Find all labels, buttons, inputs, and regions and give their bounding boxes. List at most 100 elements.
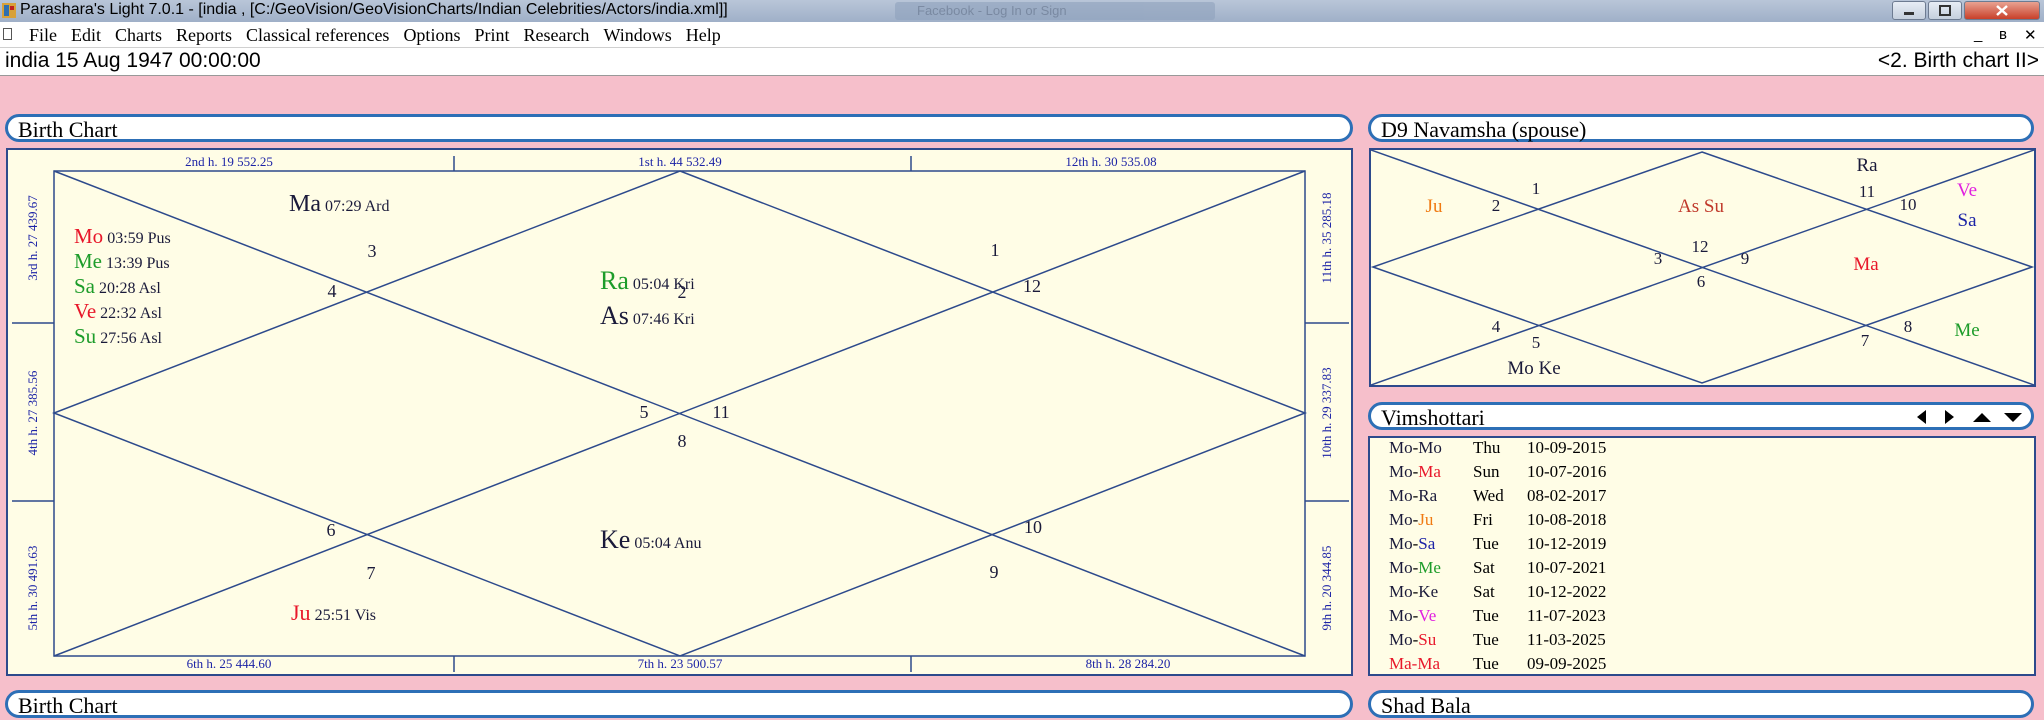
menu-help[interactable]: Help: [679, 24, 728, 46]
dasha-date: 10-07-2016: [1527, 462, 1607, 481]
dasha-day: Tue: [1473, 630, 1499, 649]
dasha-lord: Mo: [1389, 630, 1413, 649]
planet-ma-degree: 07:29: [325, 198, 361, 215]
birth-chart-header[interactable]: Birth Chart: [5, 114, 1353, 142]
dasha-day: Tue: [1473, 654, 1499, 673]
planet-sa-nakshatra: Asl: [139, 280, 162, 297]
bottom-birth-chart-title: Birth Chart: [18, 693, 118, 718]
dasha-date: 10-12-2022: [1527, 582, 1607, 601]
menu-research[interactable]: Research: [516, 24, 596, 46]
sign-number: 8: [678, 431, 687, 451]
dasha-date: 09-09-2025: [1527, 654, 1607, 673]
planet-as-degree: 07:46: [633, 311, 669, 328]
dasha-date: 08-02-2017: [1527, 486, 1607, 505]
sign-number: 6: [327, 520, 336, 540]
menu-classical-references[interactable]: Classical references: [239, 24, 396, 46]
antardasha-lord: Ma: [1418, 462, 1441, 481]
dasha-day: Tue: [1473, 606, 1499, 625]
d9-sign-number: 5: [1532, 333, 1541, 352]
planet-ju-name: Ju: [291, 600, 311, 625]
menu-windows[interactable]: Windows: [596, 24, 678, 46]
background-browser-tab[interactable]: Facebook - Log In or Sign: [895, 2, 1215, 20]
maximize-button[interactable]: [1928, 1, 1962, 20]
house-label-right: 11th h. 35 285.18: [1319, 193, 1334, 284]
mdi-minimize-icon[interactable]: _: [1974, 26, 1982, 43]
menu-bar: File Edit Charts Reports Classical refer…: [0, 22, 2044, 48]
dasha-date: 10-07-2021: [1527, 558, 1607, 577]
arrow-down-icon[interactable]: [2004, 413, 2022, 422]
menu-reports[interactable]: Reports: [169, 24, 239, 46]
sign-number: 11: [712, 402, 729, 422]
sign-number: 4: [328, 281, 337, 301]
minimize-button[interactable]: [1892, 1, 1926, 20]
planet-su-name: Su: [74, 324, 97, 348]
planet-ke-degree: 05:04: [634, 535, 670, 552]
planet-as-name: As: [600, 301, 629, 330]
sign-number: 3: [368, 241, 377, 261]
antardasha-lord: Su: [1418, 630, 1437, 649]
d9-header[interactable]: D9 Navamsha (spouse): [1368, 114, 2034, 142]
d9-sign-number: 11: [1859, 182, 1875, 201]
d9-planet-sa: Sa: [1958, 210, 1978, 231]
dasha-day: Thu: [1473, 438, 1501, 457]
house-label-left: 4th h. 27 385.56: [25, 370, 40, 455]
arrow-right-icon[interactable]: [1945, 410, 1954, 424]
house-label-bottom: 6th h. 25 444.60: [187, 656, 272, 671]
planet-ke: Ke 05:04 Anu: [600, 525, 701, 554]
dasha-lord: Mo: [1389, 534, 1413, 553]
chart-selector[interactable]: <2. Birth chart II>: [1878, 49, 2039, 73]
close-button[interactable]: [1964, 1, 2040, 20]
d9-planet-mo-ke: Mo Ke: [1507, 358, 1560, 379]
house-label-top: 1st h. 44 532.49: [638, 154, 721, 169]
d9-sign-number: 6: [1697, 272, 1706, 291]
shad-bala-header[interactable]: Shad Bala: [1368, 690, 2034, 718]
mdi-restore-icon[interactable]: ʙ: [1999, 26, 2007, 43]
planet-me-degree: 13:39: [106, 255, 142, 272]
menu-edit[interactable]: Edit: [64, 24, 108, 46]
birth-chart-title: Birth Chart: [18, 117, 118, 142]
antardasha-lord: Me: [1418, 558, 1441, 577]
planet-me: Me 13:39 Pus: [74, 249, 170, 273]
dasha-nav-arrows: [1917, 410, 2022, 424]
dasha-day: Wed: [1473, 486, 1504, 505]
menu-print[interactable]: Print: [467, 24, 516, 46]
dasha-day: Sat: [1473, 558, 1495, 577]
d9-sign-number: 7: [1861, 331, 1870, 350]
dasha-date: 10-12-2019: [1527, 534, 1607, 553]
house-label-right: 9th h. 20 344.85: [1319, 546, 1334, 631]
bottom-birth-chart-header[interactable]: Birth Chart: [5, 690, 1353, 718]
planet-ve-name: Ve: [74, 299, 96, 323]
planet-ju-degree: 25:51: [315, 607, 351, 624]
planet-me-name: Me: [74, 249, 102, 273]
arrow-up-icon[interactable]: [1973, 413, 1991, 422]
sign-number: 5: [640, 402, 649, 422]
planet-ra: Ra 05:04 Kri: [600, 266, 695, 295]
arrow-left-icon[interactable]: [1917, 410, 1926, 424]
dasha-lord: Mo: [1389, 510, 1413, 529]
antardasha-lord: Ju: [1418, 510, 1434, 529]
antardasha-lord: Ke: [1418, 582, 1439, 601]
d9-sign-number: 1: [1532, 179, 1541, 198]
planet-ma-name: Ma: [289, 191, 321, 217]
planet-as: As 07:46 Kri: [600, 301, 695, 330]
dasha-date: 10-09-2015: [1527, 438, 1607, 457]
vimshottari-header[interactable]: Vimshottari: [1368, 402, 2034, 430]
menu-options[interactable]: Options: [396, 24, 467, 46]
window-title-bar[interactable]: Parashara's Light 7.0.1 - [india , [C:/G…: [0, 0, 2044, 22]
document-icon[interactable]: [3, 28, 12, 40]
close-icon: [1996, 5, 2008, 16]
d9-planet-ma: Ma: [1853, 254, 1879, 275]
sign-number: 12: [1023, 276, 1041, 296]
house-label-top: 2nd h. 19 552.25: [185, 154, 273, 169]
dasha-lord: Mo: [1389, 558, 1413, 577]
menu-charts[interactable]: Charts: [108, 24, 169, 46]
mdi-close-icon[interactable]: ✕: [2024, 26, 2037, 44]
vimshottari-list[interactable]: Mo-Mo Thu 10-09-2015 Mo-Ma Sun 10-07-2016 Mo…: [1368, 436, 2036, 676]
planet-sa-degree: 20:28: [99, 280, 135, 297]
shad-bala-title: Shad Bala: [1381, 693, 1471, 718]
menu-file[interactable]: File: [22, 24, 64, 46]
d9-planet-as-su: As Su: [1678, 196, 1724, 217]
dasha-date: 10-08-2018: [1527, 510, 1607, 529]
house-label-top: 12th h. 30 535.08: [1065, 154, 1156, 169]
planet-sa-name: Sa: [74, 274, 96, 298]
